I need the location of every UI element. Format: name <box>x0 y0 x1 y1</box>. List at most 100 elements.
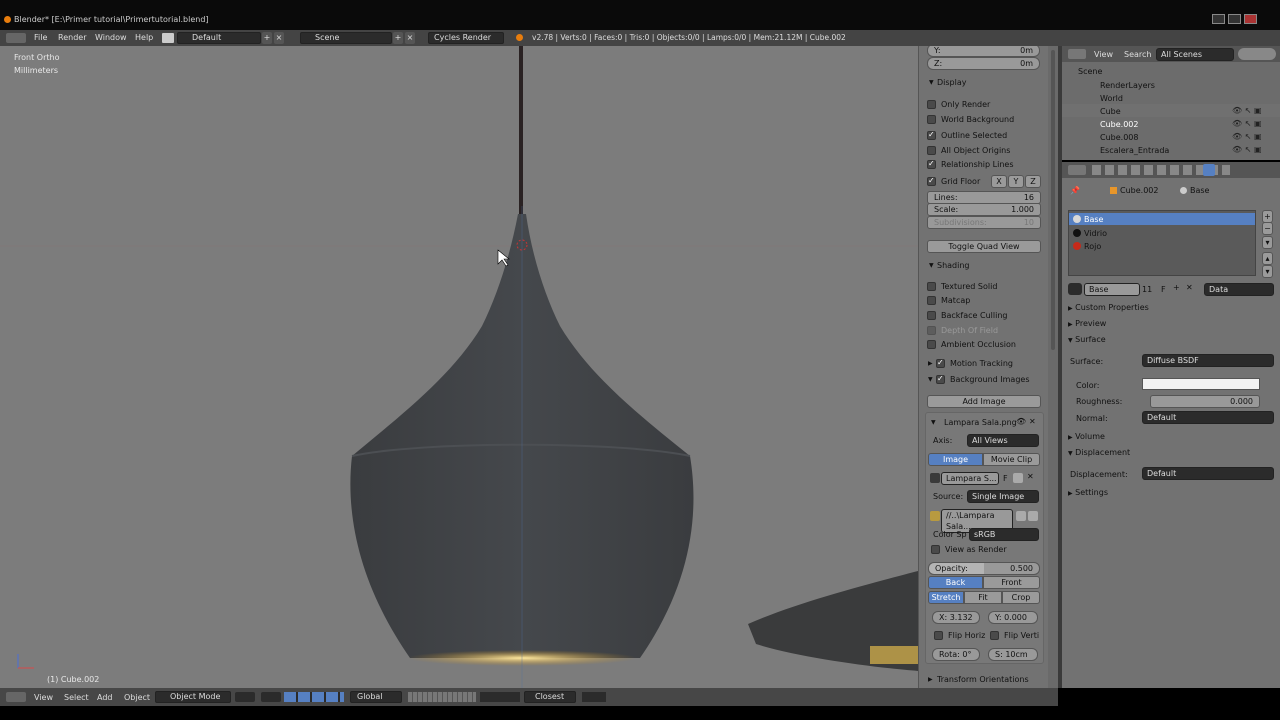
menu-add[interactable]: Add <box>97 693 113 702</box>
scrollbar-thumb[interactable] <box>1051 50 1055 350</box>
size-field[interactable]: S: 10cm <box>988 648 1038 661</box>
image-name-field[interactable]: Lampara S... <box>941 472 999 485</box>
outliner-item-escalera[interactable]: Escalera_Entrada <box>1100 146 1169 155</box>
pin-icon[interactable]: 📌 <box>1070 186 1080 195</box>
menu-view[interactable]: View <box>34 693 53 702</box>
image-fake-user[interactable]: F <box>1003 474 1008 483</box>
visibility-eye-icon[interactable]: 👁 ↖ ▣ <box>1232 132 1262 141</box>
add-image-button[interactable]: Add Image <box>927 395 1041 408</box>
material-name-field[interactable]: Base <box>1084 283 1140 296</box>
outline-selected-checkbox[interactable] <box>927 130 936 140</box>
menu-render[interactable]: Render <box>58 33 86 42</box>
motion-tracking-checkbox[interactable] <box>936 358 945 368</box>
source-dropdown[interactable]: Single Image <box>967 490 1039 503</box>
outliner-editor-icon[interactable] <box>1068 49 1086 59</box>
minimize-button[interactable] <box>1212 14 1225 24</box>
world-background-checkbox[interactable] <box>927 115 936 124</box>
background-images-checkbox[interactable] <box>936 374 945 384</box>
all-origins-checkbox[interactable] <box>927 146 936 155</box>
offset-x-field[interactable]: X: 3.132 <box>932 611 980 624</box>
axis-x-toggle[interactable]: X <box>991 175 1007 188</box>
relationship-lines-checkbox[interactable] <box>927 159 936 169</box>
preview-panel[interactable]: ▶ Preview <box>1068 316 1106 332</box>
material-specials-button[interactable]: ▾ <box>1262 236 1273 249</box>
layer-buttons[interactable] <box>408 692 476 702</box>
displacement-dropdown[interactable]: Default <box>1142 467 1274 480</box>
menu-window[interactable]: Window <box>95 33 127 42</box>
viewport-editor-icon[interactable] <box>6 692 26 702</box>
outliner-item-scene[interactable]: Scene <box>1078 67 1102 76</box>
bg-image-collapse-icon[interactable]: ▼ <box>931 419 936 426</box>
outliner-item-renderlayers[interactable]: RenderLayers <box>1100 81 1155 90</box>
delete-layout-button[interactable]: × <box>274 32 284 44</box>
surface-shader-dropdown[interactable]: Diffuse BSDF <box>1142 354 1274 367</box>
snap-toggles[interactable] <box>480 692 520 702</box>
3d-viewport[interactable]: Front Ortho Millimeters (1) Cube.002 <box>0 46 918 688</box>
background-images-expand-icon[interactable]: ▼ <box>928 376 933 383</box>
material-slot-vidrio[interactable]: Vidrio <box>1084 229 1107 238</box>
outliner-search-input[interactable] <box>1238 48 1276 60</box>
surface-panel[interactable]: ▼ Surface <box>1068 332 1106 348</box>
y-location-field[interactable]: Y: 0m <box>927 46 1040 57</box>
outliner-item-cube[interactable]: Cube <box>1100 107 1121 116</box>
tab-image[interactable]: Image <box>928 453 983 466</box>
stretch-button[interactable]: Stretch <box>928 591 964 604</box>
add-layout-button[interactable]: + <box>262 32 272 44</box>
motion-tracking-expand-icon[interactable]: ▶ <box>928 360 933 367</box>
outliner-item-cube-002[interactable]: Cube.002 <box>1100 120 1138 129</box>
transform-orientation-dropdown[interactable]: Global <box>350 691 402 703</box>
close-window-button[interactable] <box>1244 14 1257 24</box>
menu-file[interactable]: File <box>34 33 47 42</box>
visibility-eye-icon[interactable]: 👁 ↖ ▣ <box>1232 145 1262 154</box>
front-button[interactable]: Front <box>983 576 1040 589</box>
textured-solid-checkbox[interactable] <box>927 282 936 291</box>
offset-y-field[interactable]: Y: 0.000 <box>988 611 1038 624</box>
axis-z-toggle[interactable]: Z <box>1025 175 1041 188</box>
rotation-field[interactable]: Rota: 0° <box>932 648 980 661</box>
move-slot-down-button[interactable]: ▾ <box>1262 265 1273 278</box>
flip-horiz-checkbox[interactable] <box>934 631 943 640</box>
toggle-quad-view-button[interactable]: Toggle Quad View <box>927 240 1041 253</box>
fit-button[interactable]: Fit <box>964 591 1002 604</box>
visibility-eye-icon[interactable]: 👁 ↖ ▣ <box>1232 106 1262 115</box>
outliner-search-menu[interactable]: Search <box>1124 50 1151 59</box>
file-browse-icon[interactable] <box>930 511 940 521</box>
render-engine-dropdown[interactable]: Cycles Render <box>428 32 504 44</box>
displacement-panel[interactable]: ▼ Displacement <box>1068 445 1130 461</box>
settings-panel[interactable]: ▶ Settings <box>1068 485 1108 501</box>
flip-vert-checkbox[interactable] <box>990 631 999 640</box>
back-button[interactable]: Back <box>928 576 983 589</box>
shading-mode-icon[interactable] <box>235 692 255 702</box>
crop-button[interactable]: Crop <box>1002 591 1040 604</box>
open-file-icon[interactable] <box>1016 511 1026 521</box>
material-slot-base[interactable]: Base <box>1084 215 1103 224</box>
menu-select[interactable]: Select <box>64 693 89 702</box>
shading-panel-header[interactable]: Shading <box>926 259 970 273</box>
editor-type-icon[interactable] <box>6 33 26 43</box>
menu-object[interactable]: Object <box>124 693 150 702</box>
display-panel-header[interactable]: Display <box>926 76 967 90</box>
material-fake-user[interactable]: F <box>1161 285 1166 294</box>
axis-y-toggle[interactable]: Y <box>1008 175 1024 188</box>
transform-orientations-header[interactable]: Transform Orientations <box>937 675 1029 684</box>
outliner-item-world[interactable]: World <box>1100 94 1123 103</box>
screen-layout-field[interactable]: Default <box>177 32 261 44</box>
depth-of-field-checkbox[interactable] <box>927 326 936 335</box>
material-tab-icon[interactable] <box>1203 164 1215 176</box>
volume-panel[interactable]: ▶ Volume <box>1068 429 1105 445</box>
bg-image-eye-icon[interactable]: 👁 <box>1016 417 1026 426</box>
color-swatch[interactable] <box>1142 378 1260 390</box>
material-link-dropdown[interactable]: Data <box>1204 283 1274 296</box>
outliner-display-dropdown[interactable]: All Scenes <box>1156 48 1234 61</box>
visibility-eye-icon[interactable]: 👁 ↖ ▣ <box>1232 119 1262 128</box>
npanel-scrollbar[interactable] <box>1048 46 1058 688</box>
outliner-view-menu[interactable]: View <box>1094 50 1113 59</box>
material-slot-rojo[interactable]: Rojo <box>1084 242 1101 251</box>
unlink-material-icon[interactable]: ✕ <box>1186 283 1193 292</box>
grid-scale-field[interactable]: Scale: 1.000 <box>927 203 1041 216</box>
roughness-field[interactable]: 0.000 <box>1150 395 1260 408</box>
new-material-icon[interactable]: + <box>1173 283 1180 292</box>
mode-dropdown[interactable]: Object Mode <box>155 691 231 703</box>
outliner-item-cube-008[interactable]: Cube.008 <box>1100 133 1138 142</box>
render-preview-icons[interactable] <box>582 692 606 702</box>
